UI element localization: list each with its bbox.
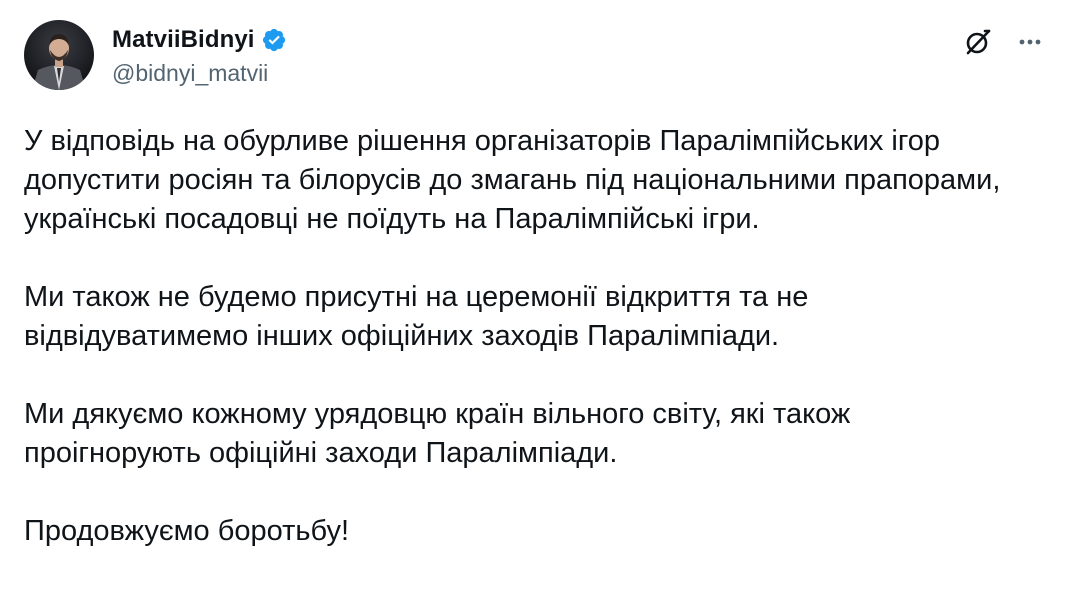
more-options-icon[interactable] (1012, 24, 1048, 60)
grok-icon[interactable] (960, 24, 996, 60)
tweet-actions (960, 24, 1048, 60)
author-identity: MatviiBidnyi @bidnyi_matvii (112, 24, 287, 87)
name-row: MatviiBidnyi (112, 24, 287, 56)
author-handle[interactable]: @bidnyi_matvii (112, 60, 287, 87)
tweet-card: MatviiBidnyi @bidnyi_matvii У відповідь … (0, 0, 1086, 600)
tweet-text: У відповідь на обурливе рішення організа… (24, 122, 1064, 590)
tweet-header: MatviiBidnyi @bidnyi_matvii (24, 20, 287, 96)
verified-badge-icon[interactable] (261, 27, 287, 53)
tweet-paragraph-2: Ми також не будемо присутні на церемонії… (24, 281, 809, 352)
avatar-image (24, 20, 94, 90)
tweet-paragraph-3: Ми дякуємо кожному урядовцю країн вільно… (24, 398, 851, 469)
author-avatar[interactable] (24, 20, 94, 90)
tweet-paragraph-4: Продовжуємо боротьбу! (24, 515, 350, 547)
author-display-name[interactable]: MatviiBidnyi (112, 26, 255, 54)
tweet-paragraph-1: У відповідь на обурливе рішення організа… (24, 125, 1001, 235)
